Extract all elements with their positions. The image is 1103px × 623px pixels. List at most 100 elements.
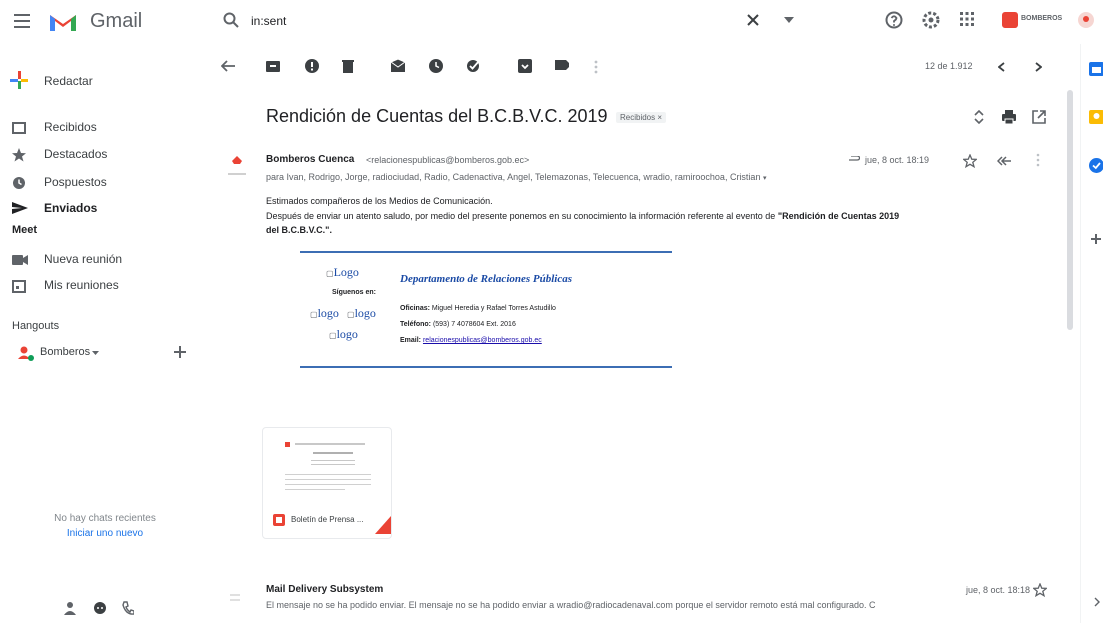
gmail-logo-icon[interactable] xyxy=(48,11,78,33)
inbox-icon xyxy=(12,122,26,134)
phone-icon[interactable] xyxy=(122,601,134,615)
sidebar-item-inbox[interactable]: Recibidos xyxy=(0,115,200,141)
signature-email: Email: relacionespublicas@bomberos.gob.e… xyxy=(400,337,542,344)
apps-grid-icon[interactable] xyxy=(960,12,974,26)
sidebar-item-label: Nueva reunión xyxy=(44,252,123,266)
scrollbar-thumb[interactable] xyxy=(1067,90,1073,330)
body-text: Después de enviar un atento saludo, por … xyxy=(266,211,778,221)
collapsed-message[interactable]: Mail Delivery Subsystem El mensaje no se… xyxy=(210,578,1070,618)
star-reply-icon[interactable] xyxy=(1033,583,1047,597)
star-email-icon[interactable] xyxy=(963,154,977,168)
social-logo-1[interactable]: ▢logo xyxy=(310,306,339,321)
logo-alt-text: Logo xyxy=(333,265,359,279)
attachment-corner-fold-icon xyxy=(375,516,391,534)
reply-snippet: El mensaje no se ha podido enviar. El me… xyxy=(266,600,876,610)
hangouts-start-chat-link[interactable]: Iniciar uno nuevo xyxy=(0,528,210,539)
label-badge[interactable]: Recibidos × xyxy=(616,112,667,123)
body-greeting: Estimados compañeros de los Medios de Co… xyxy=(266,196,493,206)
expand-all-icon[interactable] xyxy=(974,110,984,124)
snooze-clock-icon[interactable] xyxy=(429,59,443,73)
signature-top-divider xyxy=(300,251,672,253)
search-options-icon[interactable] xyxy=(784,17,794,23)
signature-bottom-divider xyxy=(300,366,672,368)
social-logo-3[interactable]: ▢logo xyxy=(329,327,358,342)
attachment-clip-icon xyxy=(849,156,860,161)
signature-email-link[interactable]: relacionespublicas@bomberos.gob.ec xyxy=(423,337,542,344)
chevron-left-icon[interactable] xyxy=(998,62,1005,72)
label-tag-icon[interactable] xyxy=(555,59,569,73)
back-arrow-icon[interactable] xyxy=(221,60,235,72)
open-new-window-icon[interactable] xyxy=(1032,110,1046,124)
mark-unread-icon[interactable] xyxy=(391,59,405,73)
account-name: BOMBEROS xyxy=(1021,15,1063,22)
pdf-file-icon xyxy=(273,514,285,526)
sender-name[interactable]: Bomberos Cuenca xyxy=(266,154,354,165)
print-icon[interactable] xyxy=(1002,110,1016,124)
clear-search-icon[interactable] xyxy=(747,14,759,26)
chevron-down-icon[interactable] xyxy=(92,351,99,355)
signature-offices: Oficinas: Miguel Heredia y Rafael Torres… xyxy=(400,305,556,312)
settings-gear-icon[interactable] xyxy=(922,11,940,29)
add-task-icon[interactable] xyxy=(466,59,480,73)
chat-bubble-icon[interactable] xyxy=(93,601,107,615)
phone-value: (593) 7 4078604 Ext. 2016 xyxy=(432,321,516,328)
recipients-text: para Ivan, Rodrigo, Jorge, radiociudad, … xyxy=(266,172,761,182)
more-options-icon[interactable] xyxy=(594,60,608,74)
reply-all-icon[interactable] xyxy=(997,156,1011,166)
calendar-icon xyxy=(12,280,26,293)
pagination-text: 12 de 1.912 xyxy=(925,61,973,71)
email-label: Email: xyxy=(400,337,422,344)
broken-image-icon: ▢ xyxy=(347,310,355,319)
compose-button[interactable]: Redactar xyxy=(0,60,140,100)
recipients[interactable]: para Ivan, Rodrigo, Jorge, radiociudad, … xyxy=(266,172,856,182)
person-icon[interactable] xyxy=(64,601,76,615)
signature-phone: Teléfono: (593) 7 4078604 Ext. 2016 xyxy=(400,321,516,328)
add-addon-icon[interactable] xyxy=(1091,234,1101,244)
meet-my-meetings[interactable]: Mis reuniones xyxy=(0,273,200,299)
signature-follow-us: Síguenos en: xyxy=(332,289,376,296)
tasks-addon-icon[interactable] xyxy=(1089,158,1103,173)
sidebar-item-label: Mis reuniones xyxy=(44,278,119,292)
logo-alt-text: logo xyxy=(354,306,376,320)
social-logo-2[interactable]: ▢logo xyxy=(347,306,376,321)
top-bar: Gmail in:sent BOMBEROS xyxy=(0,0,1103,44)
sender-avatar-placeholder-icon xyxy=(230,594,240,601)
signature-department: Departamento de Relaciones Públicas xyxy=(400,273,573,285)
main-menu-icon[interactable] xyxy=(14,14,30,28)
sidebar-item-label: Enviados xyxy=(44,201,98,214)
send-icon xyxy=(12,202,28,214)
keep-addon-icon[interactable] xyxy=(1089,110,1103,124)
sidebar-item-sent[interactable]: Enviados xyxy=(0,196,200,214)
search-icon[interactable] xyxy=(223,12,239,28)
body-paragraph: Después de enviar un atento saludo, por … xyxy=(266,211,899,221)
add-chat-icon[interactable] xyxy=(174,346,186,358)
account-avatar[interactable] xyxy=(1078,12,1094,28)
sidebar-item-snoozed[interactable]: Pospuestos xyxy=(0,170,200,196)
sender-email: <relacionespublicas@bomberos.gob.ec> xyxy=(366,155,530,165)
signature-logo-main: ▢Logo xyxy=(326,265,359,280)
sender-avatar xyxy=(221,153,251,183)
archive-icon[interactable] xyxy=(266,59,280,73)
delete-trash-icon[interactable] xyxy=(342,59,356,73)
report-spam-icon[interactable] xyxy=(305,59,319,73)
help-icon[interactable] xyxy=(885,11,903,29)
organization-logo xyxy=(1002,12,1018,28)
email-date: jue, 8 oct. 18:19 xyxy=(865,155,930,165)
move-to-icon[interactable] xyxy=(518,59,532,73)
body-event-name-end: del B.C.B.V.C.". xyxy=(266,225,332,235)
chevron-right-icon[interactable] xyxy=(1035,62,1042,72)
side-panel xyxy=(1080,44,1103,623)
hangouts-user[interactable]: Bomberos xyxy=(0,340,200,366)
search-input[interactable]: in:sent xyxy=(251,14,286,28)
expand-panel-chevron-icon[interactable] xyxy=(1094,597,1100,607)
meet-new-meeting[interactable]: Nueva reunión xyxy=(0,247,200,273)
sidebar-item-starred[interactable]: Destacados xyxy=(0,142,200,168)
message-more-icon[interactable] xyxy=(1036,153,1040,167)
star-icon xyxy=(12,148,26,162)
phone-label: Teléfono: xyxy=(400,321,431,328)
calendar-addon-icon[interactable] xyxy=(1089,62,1103,76)
attachment-name: Boletín de Prensa ... xyxy=(291,515,364,524)
attachment-card[interactable]: Boletín de Prensa ... xyxy=(262,427,392,539)
hangouts-section-title: Hangouts xyxy=(12,320,60,332)
label-badge-text: Recibidos xyxy=(620,113,656,122)
